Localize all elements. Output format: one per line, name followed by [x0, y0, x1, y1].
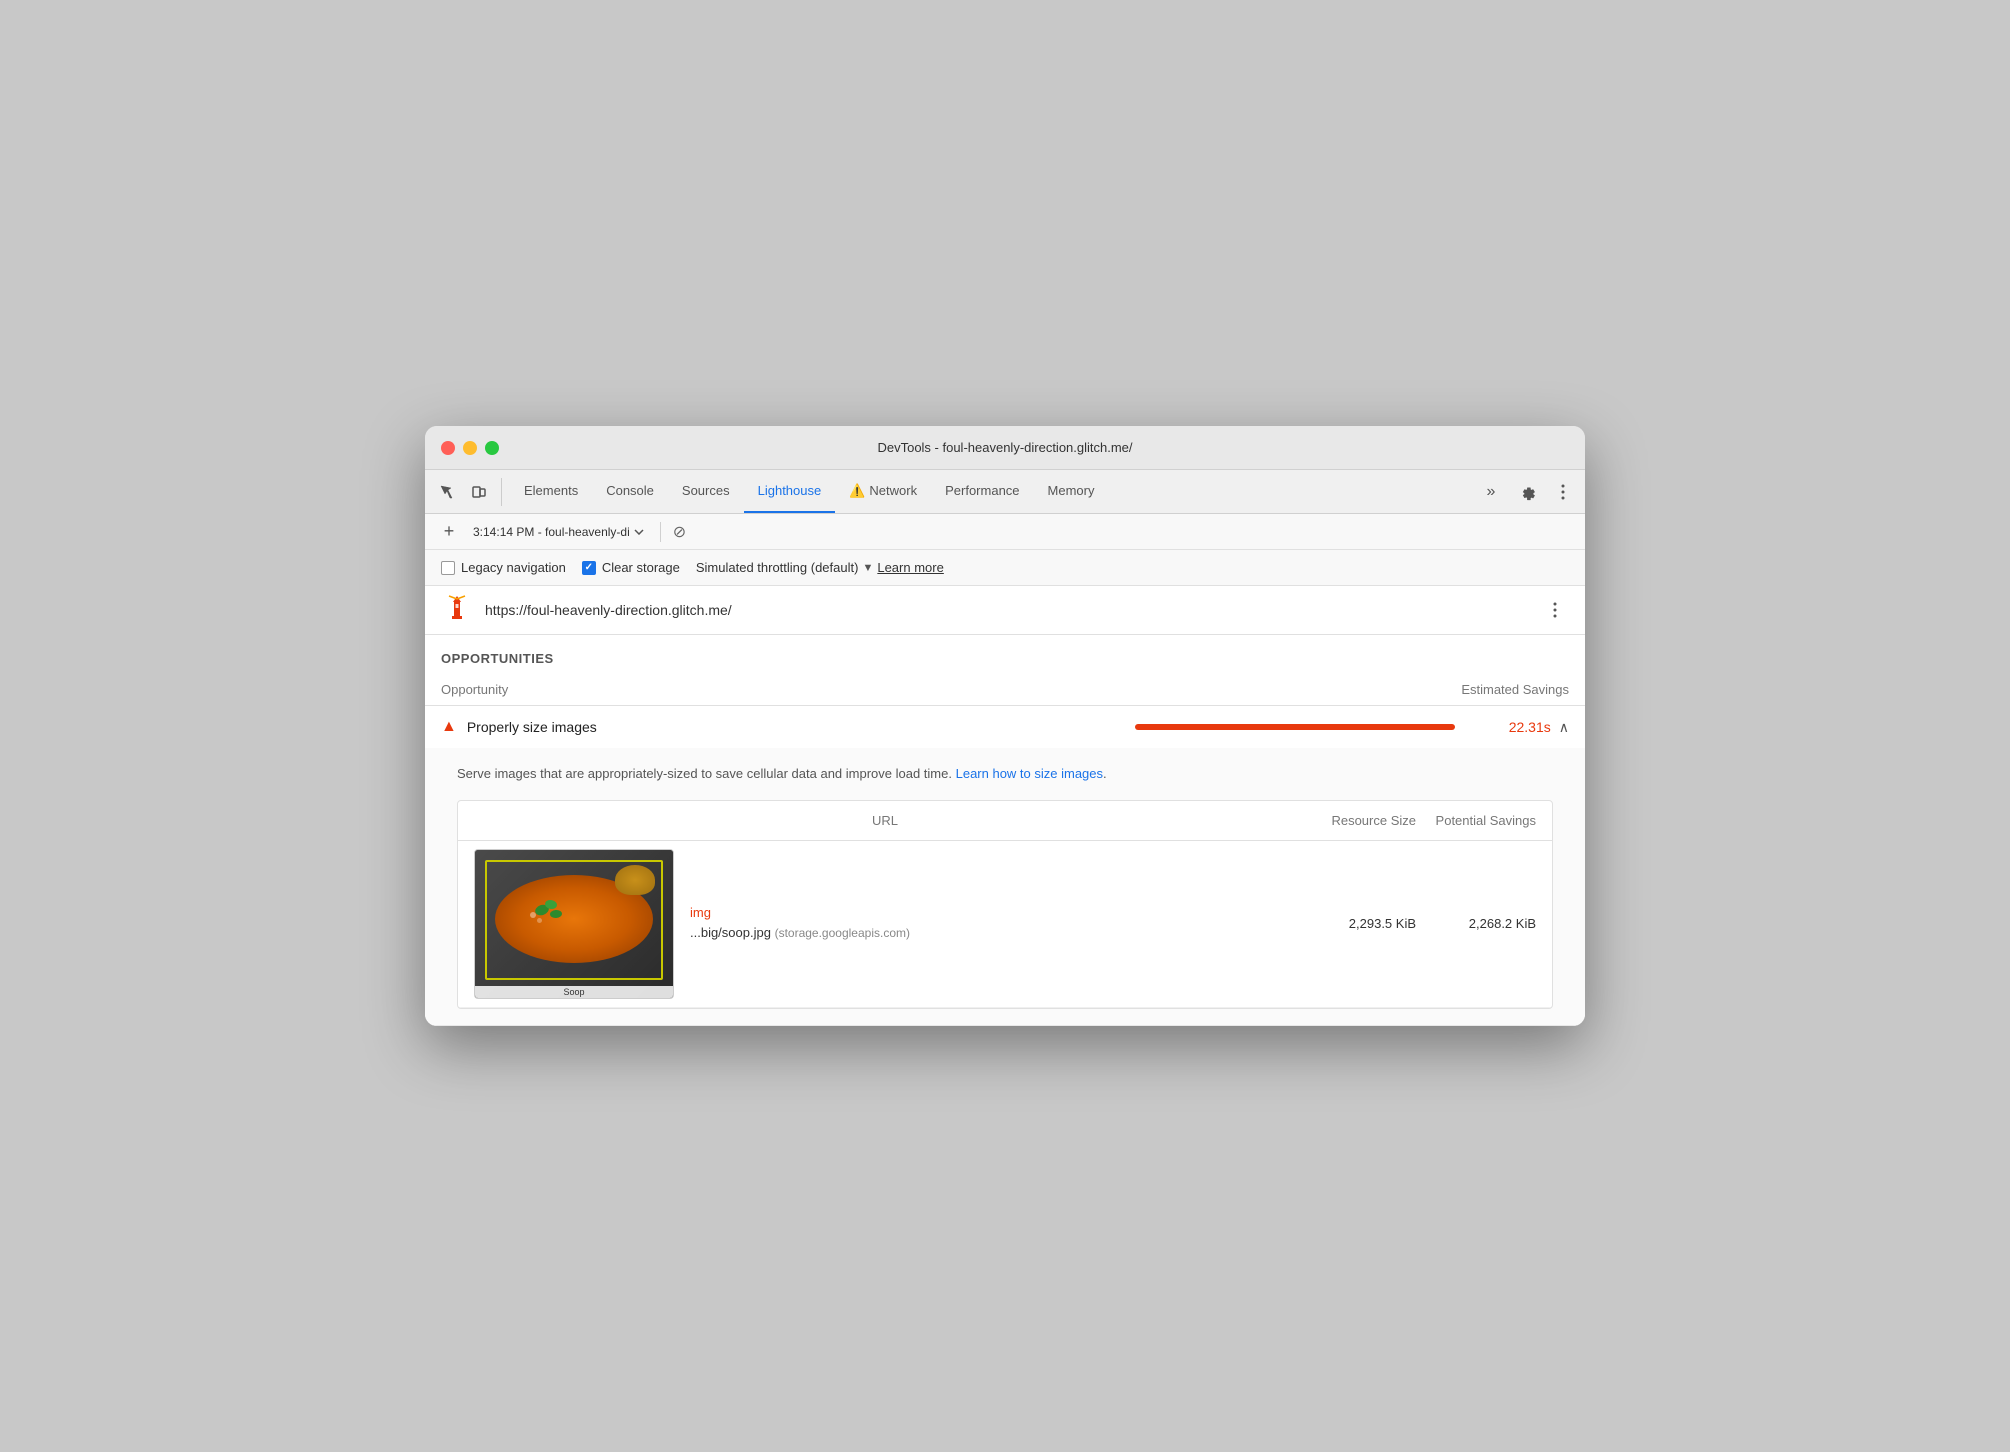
tabs-list: Elements Console Sources Lighthouse ⚠️ N… — [510, 470, 1477, 513]
settings-button[interactable] — [1513, 478, 1541, 506]
more-tabs-button[interactable]: » — [1477, 478, 1505, 506]
table-header: Opportunity Estimated Savings — [425, 674, 1585, 706]
legacy-navigation-checkbox[interactable]: Legacy navigation — [441, 560, 566, 575]
devtools-toolbar: Elements Console Sources Lighthouse ⚠️ N… — [425, 470, 1585, 514]
opportunity-row-images: ▲ Properly size images 22.31s ∧ Serve im… — [425, 706, 1585, 1026]
savings-bar — [1135, 724, 1455, 730]
toolbar-icons — [433, 478, 502, 506]
inspect-element-button[interactable] — [433, 478, 461, 506]
tab-network[interactable]: ⚠️ Network — [835, 470, 931, 513]
legacy-nav-checkbox-box — [441, 561, 455, 575]
resource-size-value: 2,293.5 KiB — [1296, 916, 1416, 931]
potential-savings-value: 2,268.2 KiB — [1416, 916, 1536, 931]
no-entry-icon[interactable]: ⊘ — [673, 522, 686, 542]
traffic-lights — [441, 441, 499, 455]
tab-elements[interactable]: Elements — [510, 470, 592, 513]
savings-bar-container — [1135, 724, 1455, 730]
opportunity-description: Serve images that are appropriately-size… — [457, 764, 1553, 784]
url-bar: https://foul-heavenly-direction.glitch.m… — [425, 586, 1585, 635]
opportunity-row-header[interactable]: ▲ Properly size images 22.31s ∧ — [425, 706, 1585, 748]
image-details-table: URL Resource Size Potential Savings — [457, 800, 1553, 1009]
learn-how-link[interactable]: Learn how to size images — [956, 766, 1103, 781]
secondary-toolbar: + 3:14:14 PM - foul-heavenly-di ⊘ — [425, 514, 1585, 550]
network-warning-icon: ⚠️ — [849, 483, 865, 499]
toolbar-right: » — [1477, 478, 1577, 506]
opportunity-detail: Serve images that are appropriately-size… — [425, 748, 1585, 1025]
title-bar: DevTools - foul-heavenly-direction.glitc… — [425, 426, 1585, 470]
savings-value: 22.31s — [1471, 719, 1551, 735]
inner-table-header: URL Resource Size Potential Savings — [458, 801, 1552, 841]
session-selector[interactable]: 3:14:14 PM - foul-heavenly-di — [469, 523, 648, 541]
device-toolbar-button[interactable] — [465, 478, 493, 506]
table-row: Soop img ...big/soop.jpg (storage — [458, 841, 1552, 1008]
image-filename: ...big/soop.jpg (storage.googleapis.com) — [690, 925, 910, 940]
row-url-section: img ...big/soop.jpg (storage.googleapis.… — [690, 905, 1296, 942]
html-tag-label: img — [690, 905, 1296, 920]
page-url: https://foul-heavenly-direction.glitch.m… — [485, 602, 1529, 618]
url-col-header: URL — [474, 813, 1296, 828]
main-content: https://foul-heavenly-direction.glitch.m… — [425, 586, 1585, 1026]
throttle-arrow-icon: ▼ — [862, 562, 873, 574]
warning-triangle-icon: ▲ — [441, 718, 457, 736]
tab-console[interactable]: Console — [592, 470, 668, 513]
close-button[interactable] — [441, 441, 455, 455]
clear-storage-checkbox-box: ✓ — [582, 561, 596, 575]
lighthouse-logo-icon — [441, 594, 473, 626]
maximize-button[interactable] — [485, 441, 499, 455]
learn-more-link[interactable]: Learn more — [877, 560, 943, 575]
expand-chevron-icon[interactable]: ∧ — [1559, 719, 1569, 736]
tab-memory[interactable]: Memory — [1034, 470, 1109, 513]
window-title: DevTools - foul-heavenly-direction.glitc… — [877, 440, 1132, 455]
soup-image: Soop — [475, 850, 673, 998]
minimize-button[interactable] — [463, 441, 477, 455]
estimated-savings-col-header: Estimated Savings — [1419, 682, 1569, 697]
potential-savings-col-header: Potential Savings — [1416, 813, 1536, 828]
add-session-button[interactable]: + — [437, 520, 461, 544]
image-thumbnail: Soop — [474, 849, 674, 999]
options-bar: Legacy navigation ✓ Clear storage Simula… — [425, 550, 1585, 586]
devtools-window: DevTools - foul-heavenly-direction.glitc… — [425, 426, 1585, 1026]
separator — [660, 522, 661, 542]
image-domain: (storage.googleapis.com) — [775, 926, 910, 940]
opportunities-section-header: OPPORTUNITIES — [425, 635, 1585, 674]
opportunity-title: Properly size images — [467, 719, 1135, 735]
highlight-box — [485, 860, 663, 980]
tab-sources[interactable]: Sources — [668, 470, 744, 513]
more-options-button[interactable] — [1549, 478, 1577, 506]
resource-size-col-header: Resource Size — [1296, 813, 1416, 828]
throttling-select[interactable]: Simulated throttling (default) ▼ Learn m… — [696, 560, 944, 575]
url-menu-button[interactable] — [1541, 596, 1569, 624]
opportunity-col-header: Opportunity — [441, 682, 1419, 697]
clear-storage-checkbox[interactable]: ✓ Clear storage — [582, 560, 680, 575]
tab-performance[interactable]: Performance — [931, 470, 1033, 513]
tab-lighthouse[interactable]: Lighthouse — [744, 470, 836, 513]
